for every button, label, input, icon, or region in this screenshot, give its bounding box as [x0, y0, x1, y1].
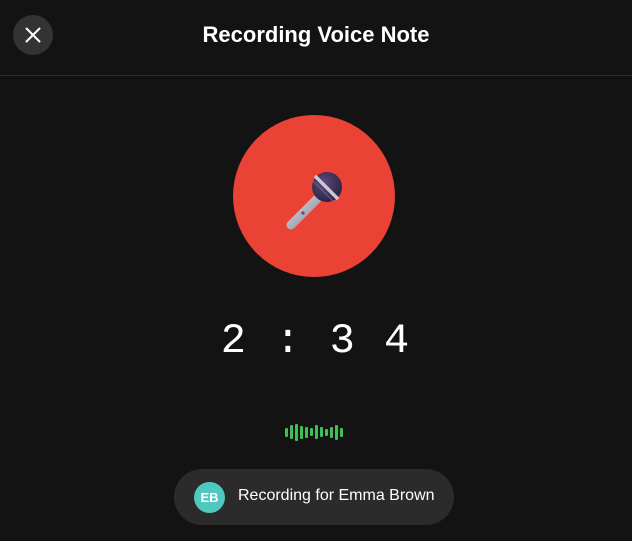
waveform-bar	[335, 424, 338, 440]
voice-note-screen: Recording Voice Note 2 : 3 4 EB Recordin…	[0, 0, 632, 541]
recipient-label: Recording for Emma Brown	[238, 487, 435, 504]
waveform-bar	[290, 425, 293, 439]
audio-waveform	[285, 422, 343, 442]
waveform-bar	[320, 427, 323, 437]
page-title: Recording Voice Note	[202, 22, 430, 47]
recipient-chip: EB Recording for Emma Brown	[174, 469, 454, 525]
waveform-bar	[305, 426, 308, 438]
waveform-bar	[330, 426, 333, 438]
waveform-bar	[315, 425, 318, 439]
microphone-icon	[286, 172, 342, 230]
header: Recording Voice Note	[0, 0, 632, 76]
waveform-bar	[295, 423, 298, 441]
record-button[interactable]	[233, 115, 395, 277]
waveform-bar	[340, 427, 343, 437]
waveform-bar	[300, 425, 303, 439]
waveform-bar	[325, 428, 328, 436]
recording-timer: 2 : 3 4	[220, 317, 412, 365]
waveform-bar	[285, 427, 288, 437]
waveform-bar	[310, 428, 313, 436]
avatar: EB	[194, 482, 225, 513]
